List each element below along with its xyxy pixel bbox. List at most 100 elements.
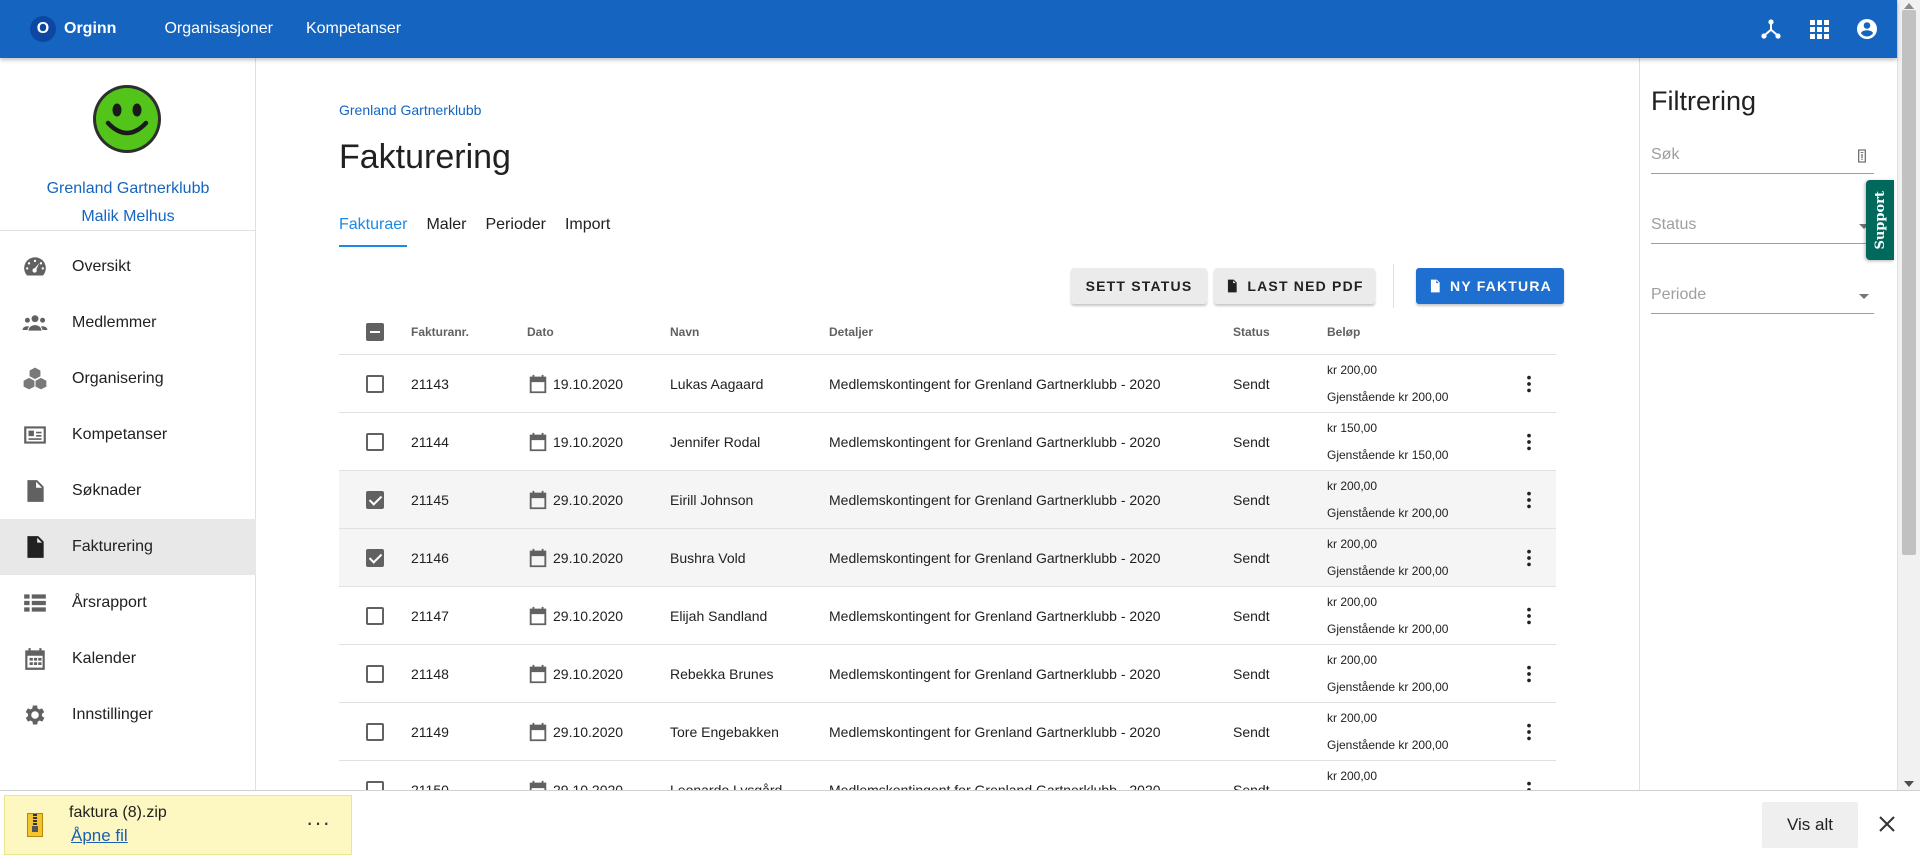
table-row[interactable]: 21145 29.10.2020 Eirill Johnson Medlemskont… [339, 471, 1556, 529]
column-header-details[interactable]: Detaljer [829, 325, 1233, 339]
breadcrumb[interactable]: Grenland Gartnerklubb [339, 102, 481, 118]
download-bar: faktura (8).zip Åpne fil ··· Vis alt [0, 790, 1920, 856]
row-checkbox[interactable] [366, 606, 384, 625]
table-row[interactable]: 21144 19.10.2020 Jennifer Rodal Medlemskont… [339, 413, 1556, 471]
more-options-icon[interactable]: ··· [306, 810, 331, 836]
row-checkbox[interactable] [366, 722, 384, 741]
sidebar-item-medlemmer[interactable]: Medlemmer [0, 295, 256, 351]
tab-maler[interactable]: Maler [426, 216, 466, 247]
sidebar-item-innstillinger[interactable]: Innstillinger [0, 687, 256, 743]
row-menu-button[interactable] [1502, 721, 1556, 743]
invoice-remaining: Gjenstående kr 200,00 [1327, 563, 1449, 578]
invoice-amount: kr 200,00 [1327, 710, 1378, 725]
period-select[interactable]: Periode [1651, 286, 1874, 314]
new-invoice-button[interactable]: NY FAKTURA [1416, 268, 1564, 304]
set-status-button[interactable]: SETT STATUS [1071, 268, 1207, 304]
row-checkbox[interactable] [366, 374, 384, 393]
row-menu-button[interactable] [1502, 547, 1556, 569]
sidebar-item-kompetanser[interactable]: Kompetanser [0, 407, 256, 463]
column-header-number[interactable]: Fakturanr. [411, 325, 527, 339]
close-icon[interactable] [1876, 813, 1898, 835]
row-menu-button[interactable] [1502, 489, 1556, 511]
invoice-remaining: Gjenstående kr 200,00 [1327, 621, 1449, 636]
hub-icon[interactable] [1759, 17, 1783, 41]
nav-kompetanser[interactable]: Kompetanser [306, 20, 401, 38]
brand-name: Orginn [64, 20, 117, 37]
invoice-amount: kr 200,00 [1327, 652, 1378, 667]
search-field-icon [1858, 149, 1866, 163]
row-menu-button[interactable] [1502, 373, 1556, 395]
table-row[interactable]: 21146 29.10.2020 Bushra Vold Medlemskonting… [339, 529, 1556, 587]
vertical-scrollbar[interactable] [1897, 0, 1920, 790]
open-file-link[interactable]: Åpne fil [71, 826, 167, 846]
speedometer-icon [0, 254, 72, 280]
scroll-up-arrow[interactable] [1904, 3, 1914, 9]
invoice-number: 21145 [411, 491, 449, 508]
calendar-icon [529, 606, 547, 625]
account-circle-icon[interactable] [1855, 17, 1879, 41]
download-pdf-button[interactable]: LAST NED PDF [1214, 268, 1375, 304]
search-input[interactable]: Søk [1651, 146, 1874, 174]
table-row[interactable]: 21148 29.10.2020 Rebekka Brunes Medlemskont… [339, 645, 1556, 703]
apps-grid-icon[interactable] [1807, 17, 1831, 41]
sidebar-menu: Oversikt Medlemmer Organisering Kompetan… [0, 239, 256, 743]
invoice-number: 21146 [411, 549, 449, 566]
invoice-remaining: Gjenstående kr 150,00 [1327, 447, 1449, 462]
invoice-status: Sendt [1233, 607, 1270, 624]
column-header-status[interactable]: Status [1233, 325, 1327, 339]
row-checkbox[interactable] [366, 432, 384, 451]
support-tab[interactable]: Support [1866, 180, 1894, 260]
sidebar-item-organisering[interactable]: Organisering [0, 351, 256, 407]
user-name[interactable]: Malik Melhus [0, 208, 256, 226]
scroll-down-arrow[interactable] [1904, 781, 1914, 787]
id-card-icon [0, 422, 72, 448]
invoice-number: 21149 [411, 723, 449, 740]
table-body: 21143 19.10.2020 Lukas Aagaard Medlemskonti… [339, 355, 1556, 819]
row-select-cell [339, 490, 411, 509]
invoice-amount-cell: kr 200,00 Gjenstående kr 200,00 [1327, 531, 1502, 585]
support-label: Support [1872, 190, 1888, 250]
invoice-details: Medlemskontingent for Grenland Gartnerkl… [829, 375, 1161, 392]
more-vert-icon [1527, 607, 1531, 624]
nav-organisasjoner[interactable]: Organisasjoner [164, 20, 273, 38]
column-header-name[interactable]: Navn [670, 325, 829, 339]
invoice-status: Sendt [1233, 491, 1270, 508]
row-checkbox[interactable] [366, 664, 384, 683]
org-name[interactable]: Grenland Gartnerklubb [0, 180, 256, 198]
select-all-checkbox[interactable] [366, 323, 384, 341]
tab-import[interactable]: Import [565, 216, 610, 247]
invoice-date: 19.10.2020 [553, 375, 624, 392]
table-row[interactable]: 21143 19.10.2020 Lukas Aagaard Medlemskonti… [339, 355, 1556, 413]
sidebar-item-kalender[interactable]: Kalender [0, 631, 256, 687]
sidebar-item-oversikt[interactable]: Oversikt [0, 239, 256, 295]
invoice-status: Sendt [1233, 549, 1270, 566]
tab-perioder[interactable]: Perioder [485, 216, 545, 247]
row-select-cell [339, 606, 411, 625]
invoice-date-cell: 29.10.2020 [527, 663, 670, 685]
row-menu-button[interactable] [1502, 605, 1556, 627]
table-row[interactable]: 21149 29.10.2020 Tore Engebakken Medlemskon… [339, 703, 1556, 761]
row-checkbox[interactable] [366, 490, 384, 509]
sidebar-item-arsrapport[interactable]: Årsrapport [0, 575, 256, 631]
column-header-amount[interactable]: Beløp [1327, 319, 1502, 346]
show-all-button[interactable]: Vis alt [1762, 802, 1858, 848]
brand[interactable]: O Orginn [30, 16, 116, 42]
row-menu-button[interactable] [1502, 431, 1556, 453]
calendar-icon [529, 664, 547, 683]
sidebar-item-soknader[interactable]: Søknader [0, 463, 256, 519]
invoice-details: Medlemskontingent for Grenland Gartnerkl… [829, 723, 1161, 740]
column-header-date[interactable]: Dato [527, 325, 670, 339]
scrollbar-thumb[interactable] [1902, 10, 1916, 555]
gear-icon [0, 702, 72, 728]
table-row[interactable]: 21147 29.10.2020 Elijah Sandland Medlemskon… [339, 587, 1556, 645]
more-vert-icon [1527, 491, 1531, 508]
search-placeholder: Søk [1651, 146, 1680, 163]
row-menu-button[interactable] [1502, 663, 1556, 685]
download-pdf-label: LAST NED PDF [1247, 278, 1364, 294]
download-item[interactable]: faktura (8).zip Åpne fil ··· [4, 795, 352, 855]
calendar-icon [529, 722, 547, 741]
tab-fakturaer[interactable]: Fakturaer [339, 216, 408, 247]
row-checkbox[interactable] [366, 548, 384, 567]
status-select[interactable]: Status [1651, 216, 1874, 244]
sidebar-item-fakturering[interactable]: Fakturering [0, 519, 256, 575]
